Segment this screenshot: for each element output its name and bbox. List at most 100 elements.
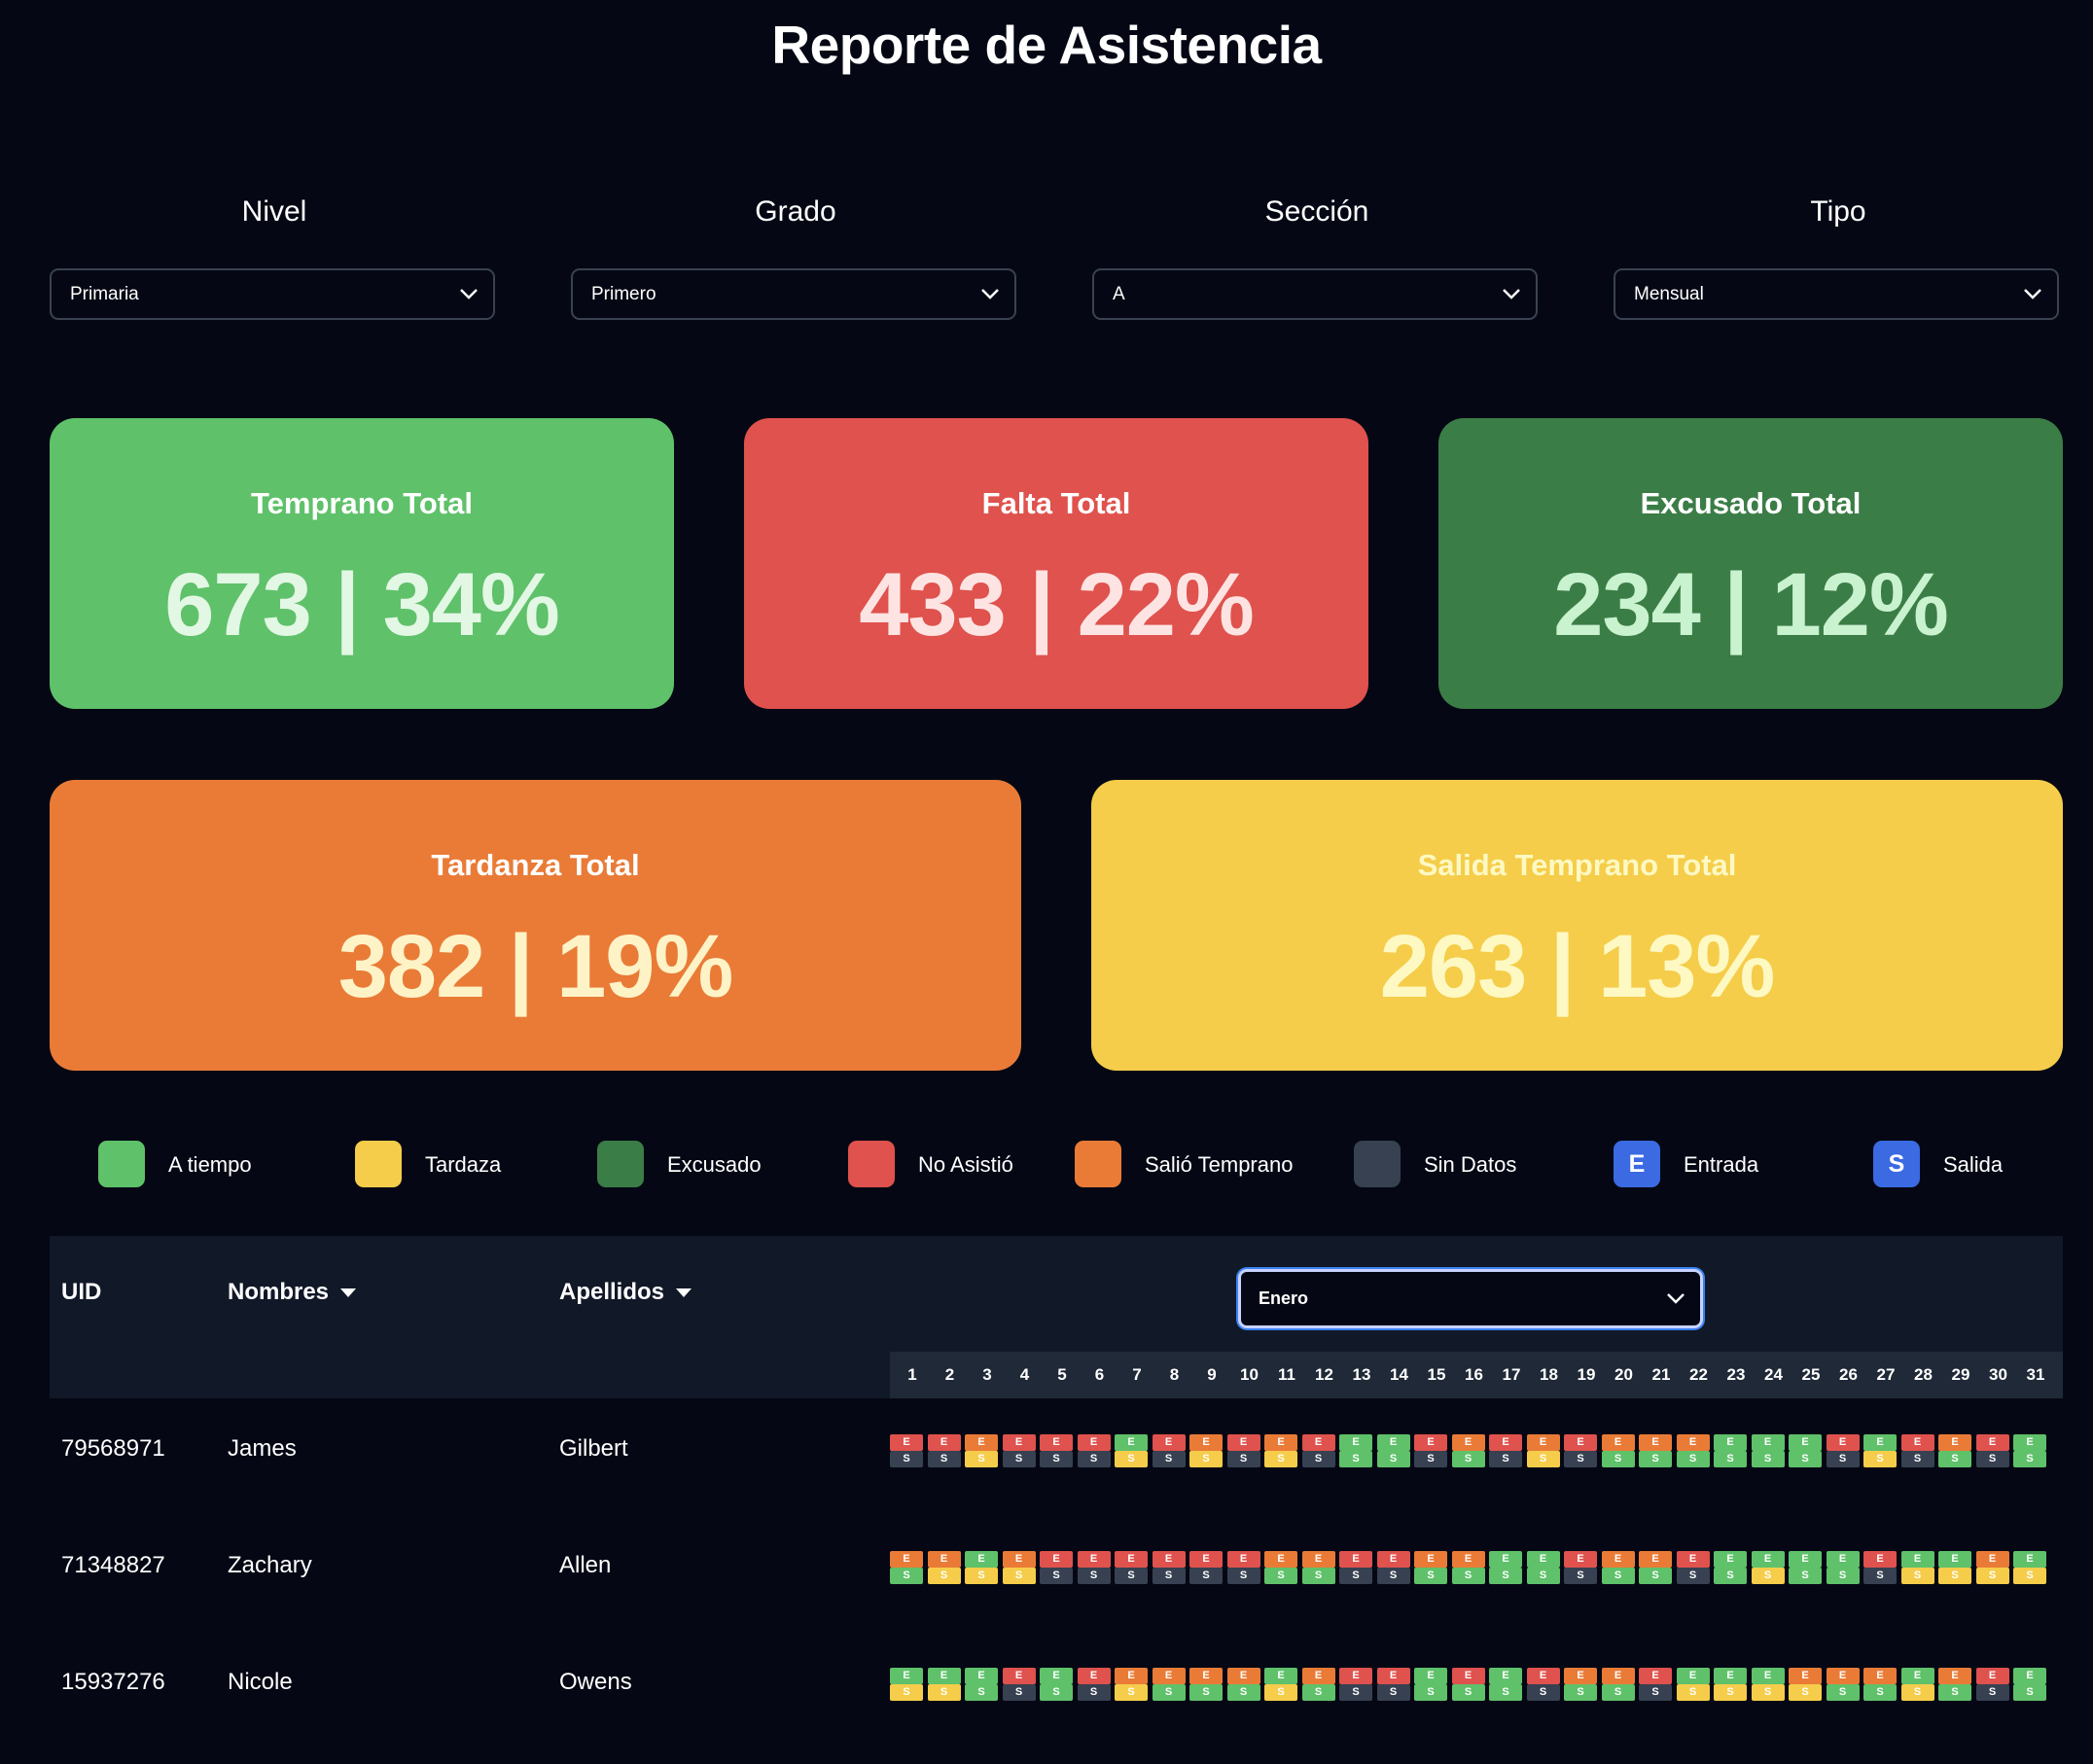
entry-mark[interactable]: E [890, 1551, 923, 1568]
exit-mark[interactable]: S [1975, 1684, 2009, 1701]
entry-mark[interactable]: E [1863, 1551, 1897, 1568]
exit-mark[interactable]: S [1264, 1568, 1297, 1584]
entry-mark[interactable]: E [1826, 1551, 1860, 1568]
exit-mark[interactable]: S [1564, 1684, 1597, 1701]
exit-mark[interactable]: S [1189, 1568, 1223, 1584]
entry-mark[interactable]: E [1115, 1551, 1148, 1568]
exit-mark[interactable]: S [1339, 1684, 1372, 1701]
exit-mark[interactable]: S [1264, 1684, 1297, 1701]
table-row[interactable]: 71348827 Zachary Allen E E E E E E E E E E E E E E E E E E E E… [50, 1507, 2063, 1624]
table-row[interactable]: 79568971 James Gilbert E E E E E E E E E E E E E E E E E E E E… [50, 1391, 2063, 1507]
entry-mark[interactable]: E [1451, 1434, 1485, 1451]
exit-mark[interactable]: S [1264, 1451, 1297, 1467]
exit-mark[interactable]: S [2013, 1568, 2046, 1584]
exit-mark[interactable]: S [2013, 1451, 2046, 1467]
entry-mark[interactable]: E [1938, 1551, 1971, 1568]
entry-mark[interactable]: E [1751, 1668, 1785, 1684]
exit-mark[interactable]: S [1301, 1451, 1335, 1467]
entry-mark[interactable]: E [2013, 1551, 2046, 1568]
exit-mark[interactable]: S [1676, 1568, 1710, 1584]
exit-mark[interactable]: S [1226, 1451, 1260, 1467]
entry-mark[interactable]: E [1451, 1551, 1485, 1568]
entry-mark[interactable]: E [1714, 1434, 1747, 1451]
entry-mark[interactable]: E [1376, 1668, 1410, 1684]
entry-mark[interactable]: E [1115, 1668, 1148, 1684]
entry-mark[interactable]: E [1152, 1668, 1186, 1684]
entry-mark[interactable]: E [1975, 1668, 2009, 1684]
entry-mark[interactable]: E [1152, 1551, 1186, 1568]
entry-mark[interactable]: E [1789, 1434, 1822, 1451]
exit-mark[interactable]: S [1975, 1451, 2009, 1467]
entry-mark[interactable]: E [1339, 1434, 1372, 1451]
exit-mark[interactable]: S [1601, 1568, 1635, 1584]
exit-mark[interactable]: S [1714, 1568, 1747, 1584]
exit-mark[interactable]: S [1451, 1451, 1485, 1467]
entry-mark[interactable]: E [1676, 1551, 1710, 1568]
exit-mark[interactable]: S [1676, 1684, 1710, 1701]
entry-mark[interactable]: E [1414, 1434, 1447, 1451]
exit-mark[interactable]: S [927, 1684, 961, 1701]
exit-mark[interactable]: S [1826, 1451, 1860, 1467]
entry-mark[interactable]: E [1826, 1434, 1860, 1451]
entry-mark[interactable]: E [890, 1668, 923, 1684]
entry-mark[interactable]: E [1115, 1434, 1148, 1451]
entry-mark[interactable]: E [1601, 1551, 1635, 1568]
exit-mark[interactable]: S [1714, 1451, 1747, 1467]
entry-mark[interactable]: E [1451, 1668, 1485, 1684]
entry-mark[interactable]: E [2013, 1668, 2046, 1684]
entry-mark[interactable]: E [1714, 1668, 1747, 1684]
exit-mark[interactable]: S [1339, 1568, 1372, 1584]
entry-mark[interactable]: E [1301, 1668, 1335, 1684]
entry-mark[interactable]: E [1975, 1434, 2009, 1451]
entry-mark[interactable]: E [1040, 1668, 1073, 1684]
entry-mark[interactable]: E [1002, 1434, 1036, 1451]
exit-mark[interactable]: S [1226, 1684, 1260, 1701]
entry-mark[interactable]: E [1077, 1434, 1111, 1451]
exit-mark[interactable]: S [1975, 1568, 2009, 1584]
entry-mark[interactable]: E [1226, 1668, 1260, 1684]
entry-mark[interactable]: E [1863, 1668, 1897, 1684]
exit-mark[interactable]: S [890, 1568, 923, 1584]
exit-mark[interactable]: S [927, 1451, 961, 1467]
entry-mark[interactable]: E [1639, 1551, 1672, 1568]
exit-mark[interactable]: S [1002, 1568, 1036, 1584]
entry-mark[interactable]: E [1751, 1551, 1785, 1568]
entry-mark[interactable]: E [890, 1434, 923, 1451]
exit-mark[interactable]: S [1115, 1684, 1148, 1701]
exit-mark[interactable]: S [1714, 1684, 1747, 1701]
entry-mark[interactable]: E [927, 1668, 961, 1684]
exit-mark[interactable]: S [1115, 1568, 1148, 1584]
exit-mark[interactable]: S [1002, 1451, 1036, 1467]
exit-mark[interactable]: S [1226, 1568, 1260, 1584]
exit-mark[interactable]: S [1077, 1568, 1111, 1584]
entry-mark[interactable]: E [1938, 1434, 1971, 1451]
entry-mark[interactable]: E [1564, 1434, 1597, 1451]
header-apellidos[interactable]: Apellidos [559, 1279, 692, 1306]
entry-mark[interactable]: E [1264, 1668, 1297, 1684]
entry-mark[interactable]: E [1489, 1551, 1522, 1568]
exit-mark[interactable]: S [1077, 1451, 1111, 1467]
entry-mark[interactable]: E [1900, 1551, 1934, 1568]
exit-mark[interactable]: S [1676, 1451, 1710, 1467]
entry-mark[interactable]: E [965, 1551, 998, 1568]
exit-mark[interactable]: S [1451, 1684, 1485, 1701]
exit-mark[interactable]: S [1526, 1451, 1560, 1467]
exit-mark[interactable]: S [1414, 1684, 1447, 1701]
entry-mark[interactable]: E [1900, 1434, 1934, 1451]
entry-mark[interactable]: E [1826, 1668, 1860, 1684]
entry-mark[interactable]: E [1264, 1434, 1297, 1451]
exit-mark[interactable]: S [1863, 1451, 1897, 1467]
entry-mark[interactable]: E [1789, 1551, 1822, 1568]
exit-mark[interactable]: S [1863, 1684, 1897, 1701]
entry-mark[interactable]: E [1339, 1551, 1372, 1568]
exit-mark[interactable]: S [1489, 1568, 1522, 1584]
exit-mark[interactable]: S [965, 1451, 998, 1467]
entry-mark[interactable]: E [965, 1434, 998, 1451]
seccion-select[interactable]: A [1092, 268, 1538, 320]
exit-mark[interactable]: S [1414, 1568, 1447, 1584]
entry-mark[interactable]: E [927, 1551, 961, 1568]
entry-mark[interactable]: E [1301, 1434, 1335, 1451]
exit-mark[interactable]: S [1414, 1451, 1447, 1467]
exit-mark[interactable]: S [1938, 1684, 1971, 1701]
exit-mark[interactable]: S [1301, 1568, 1335, 1584]
